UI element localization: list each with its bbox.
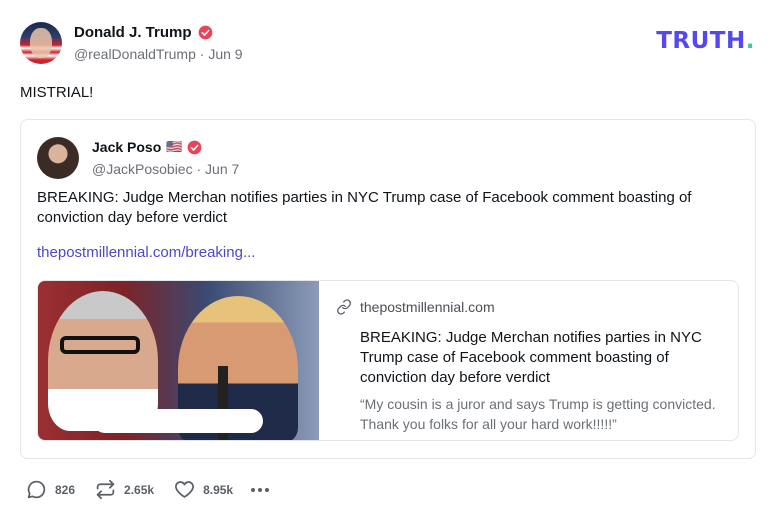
more-options-button[interactable] xyxy=(251,479,270,500)
truth-logo[interactable]: TRUTH. xyxy=(656,28,755,54)
author-handle[interactable]: @realDonaldTrump xyxy=(74,46,196,62)
quoted-author-display-name[interactable]: Jack Poso xyxy=(92,139,161,155)
more-icon-dot xyxy=(258,487,263,492)
reply-icon xyxy=(27,480,46,499)
verified-badge-icon xyxy=(198,25,212,40)
like-count: 8.95k xyxy=(203,482,234,497)
quoted-post-text: BREAKING: Judge Merchan notifies parties… xyxy=(37,189,692,226)
verified-badge-icon xyxy=(188,140,202,154)
link-preview-title: BREAKING: Judge Merchan notifies parties… xyxy=(360,329,702,386)
quoted-author-info: Jack Poso 🇺🇸 @JackPosobiec · Jun 7 xyxy=(92,139,239,177)
link-preview-image xyxy=(38,281,319,440)
handle-separator: · xyxy=(199,46,205,62)
quoted-post-link[interactable]: thepostmillennial.com/breaking... xyxy=(37,244,255,261)
logo-dot: . xyxy=(745,28,755,54)
post-actions: 826 2.65k 8.95k xyxy=(26,479,270,500)
quoted-post[interactable]: Jack Poso 🇺🇸 @JackPosobiec · Jun 7 BREAK… xyxy=(20,119,756,459)
reply-count: 826 xyxy=(55,482,76,497)
link-icon xyxy=(337,299,351,315)
like-button[interactable]: 8.95k xyxy=(174,479,233,500)
link-preview-info: thepostmillennial.com BREAKING: Judge Me… xyxy=(336,299,726,434)
reply-button[interactable]: 826 xyxy=(26,479,75,500)
more-icon-dot xyxy=(265,487,270,492)
us-flag-icon: 🇺🇸 xyxy=(166,139,183,154)
handle-separator: · xyxy=(196,161,202,177)
author-handle-row: @realDonaldTrump · Jun 9 xyxy=(74,46,243,62)
author-avatar[interactable] xyxy=(20,22,62,64)
quoted-author-name-row: Jack Poso 🇺🇸 xyxy=(92,139,239,155)
post-text: MISTRIAL! xyxy=(20,84,94,101)
logo-text: TRUTH xyxy=(656,28,746,54)
retruth-icon xyxy=(96,479,115,500)
image-comment-bubble xyxy=(93,409,263,433)
link-preview-card[interactable]: thepostmillennial.com BREAKING: Judge Me… xyxy=(37,280,739,441)
link-preview-description: “My cousin is a juror and says Trump is … xyxy=(360,396,716,432)
heart-icon xyxy=(175,481,195,498)
author-display-name[interactable]: Donald J. Trump xyxy=(74,24,192,41)
link-preview-domain: thepostmillennial.com xyxy=(360,299,495,315)
author-info: Donald J. Trump @realDonaldTrump · Jun 9 xyxy=(74,22,243,62)
quoted-author-handle-row: @JackPosobiec · Jun 7 xyxy=(92,161,239,177)
quoted-post-date[interactable]: Jun 7 xyxy=(205,161,239,177)
post-header: Donald J. Trump @realDonaldTrump · Jun 9 xyxy=(20,22,243,64)
retruth-button[interactable]: 2.65k xyxy=(95,479,154,500)
retruth-count: 2.65k xyxy=(124,482,155,497)
image-glasses xyxy=(60,336,140,354)
more-icon xyxy=(251,487,256,492)
quoted-author-avatar[interactable] xyxy=(37,137,79,179)
quoted-author-handle[interactable]: @JackPosobiec xyxy=(92,161,193,177)
link-preview-domain-row: thepostmillennial.com xyxy=(336,299,726,315)
post-date[interactable]: Jun 9 xyxy=(208,46,242,62)
author-name-row: Donald J. Trump xyxy=(74,24,243,41)
